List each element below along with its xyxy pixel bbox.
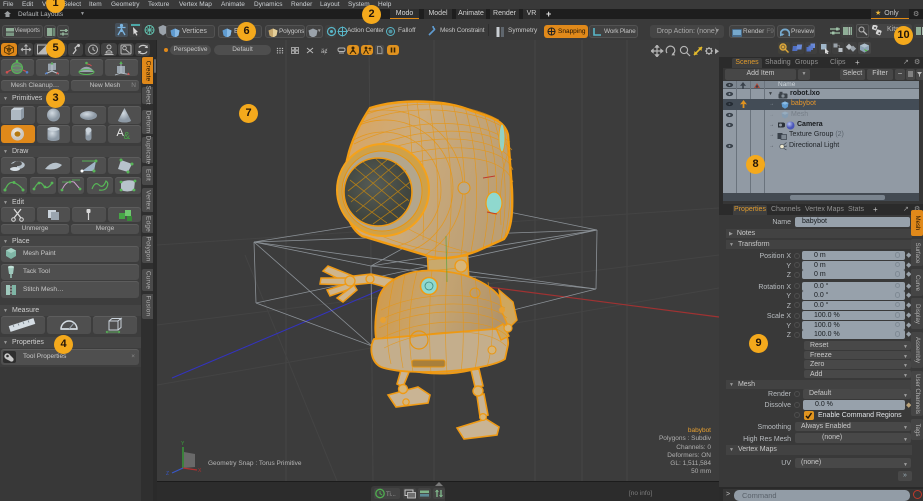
svg-text:Y: Y: [181, 441, 185, 447]
svg-text:X: X: [198, 468, 202, 474]
svg-text:Z: Z: [166, 471, 169, 477]
svg-text:Ti...: Ti...: [386, 492, 396, 498]
svg-text:äȼ: äȼ: [321, 49, 327, 55]
